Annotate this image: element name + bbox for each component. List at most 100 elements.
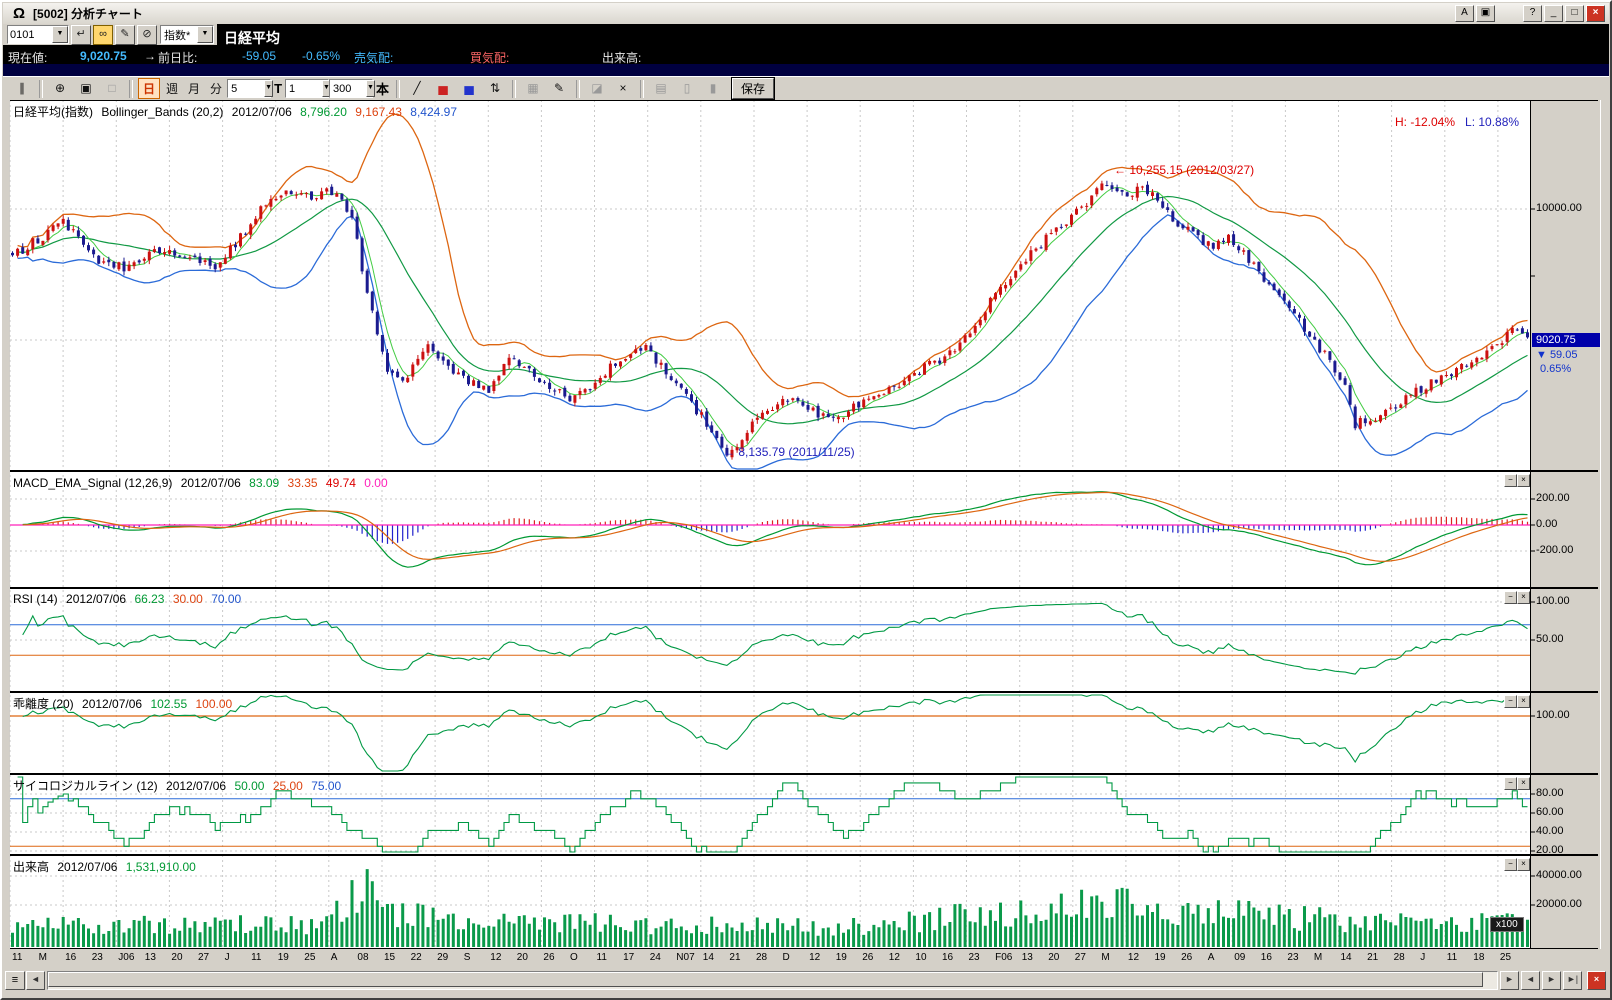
panel-close-button[interactable]: × — [1517, 591, 1530, 604]
panel-close-button[interactable]: × — [1517, 695, 1530, 708]
layout-icon[interactable]: ▤ — [649, 78, 673, 100]
panel-minimize-button[interactable]: − — [1504, 777, 1517, 790]
x-axis-label: 13 — [1022, 952, 1033, 963]
page-paste-icon[interactable]: ▮ — [701, 78, 725, 100]
help-button[interactable]: ? — [1523, 5, 1542, 22]
macd-value: 83.09 — [249, 476, 279, 490]
category-dropdown-icon[interactable]: ▼ — [197, 26, 213, 43]
x-axis-label: J06 — [118, 952, 134, 963]
right-edge-strip — [1600, 100, 1612, 949]
main-title: 日経平均(指数) — [13, 105, 93, 119]
x-axis-label: 24 — [650, 952, 661, 963]
new-chart-icon[interactable]: ▣ — [74, 78, 98, 100]
bar-count-select-dropdown-icon[interactable]: ▼ — [366, 80, 375, 97]
font-size-button[interactable]: A — [1455, 5, 1474, 22]
x-axis-label: 16 — [65, 952, 76, 963]
duplicate-chart-icon[interactable]: □ — [100, 78, 124, 100]
category-combo[interactable]: 指数* ▼ — [160, 25, 214, 44]
x-axis-label: O — [570, 952, 578, 963]
macd-panel-header: MACD_EMA_Signal (12,26,9) 2012/07/06 83.… — [13, 476, 393, 490]
panel-minimize-button[interactable]: − — [1504, 858, 1517, 871]
confirm-icon[interactable]: ↵ — [71, 25, 91, 45]
panel-close-button[interactable]: × — [1517, 777, 1530, 790]
scroll-close-button[interactable]: × — [1587, 971, 1606, 990]
x-axis-label: 11 — [1447, 952, 1457, 963]
clear-icon[interactable]: ⊘ — [137, 25, 157, 45]
minute-interval-select-dropdown-icon[interactable]: ▼ — [264, 80, 273, 97]
save-button[interactable]: 保存 — [732, 78, 774, 99]
x-axis-label: 11 — [597, 952, 607, 963]
toolbar-separator — [576, 80, 580, 98]
compare-chart-red-icon[interactable]: ▅ — [431, 78, 455, 100]
volume-date: 2012/07/06 — [57, 860, 117, 874]
x-axis-label: 20 — [517, 952, 528, 963]
bar-count-select[interactable]: 300▼ — [329, 79, 373, 98]
symbol-code-input[interactable] — [8, 27, 52, 42]
scrollbar-track[interactable] — [47, 971, 1498, 990]
nav-next-button[interactable]: ► — [1542, 971, 1561, 990]
y-axis-label: 200.00 — [1536, 492, 1570, 504]
titlebar[interactable]: Ω [5002] 分析チャート A ▣ ? _ □ × — [3, 3, 1609, 24]
period-low-annotation: ← 8,135.79 (2011/11/25) — [723, 445, 855, 459]
x-axis-label: 14 — [1341, 952, 1352, 963]
symbol-code-combo[interactable]: ▼ — [7, 25, 69, 44]
scroll-right-button[interactable]: ► — [1500, 971, 1519, 990]
nav-end-button[interactable]: ►| — [1563, 971, 1582, 990]
minimize-button[interactable]: _ — [1544, 5, 1563, 22]
y-axis-label: 60.00 — [1536, 806, 1564, 818]
x-axis-label: M — [1314, 952, 1322, 963]
high-annotation-text: 10,255.15 (2012/03/27) — [1129, 163, 1254, 177]
panel-minimize-button[interactable]: − — [1504, 591, 1517, 604]
scrollbar-thumb[interactable] — [48, 972, 1483, 987]
x-axis-label: 12 — [889, 952, 900, 963]
nav-prev-button[interactable]: ◄ — [1521, 971, 1540, 990]
y-axis-label: 40.00 — [1536, 825, 1564, 837]
macd-date: 2012/07/06 — [181, 476, 241, 490]
instrument-name: 日経平均 — [224, 28, 280, 48]
main-indicator: Bollinger_Bands (20,2) — [101, 105, 223, 119]
symbol-toolbar: ▼ ↵∞✎⊘ 指数* ▼ — [3, 24, 217, 45]
zoom-icon[interactable]: ⊕ — [48, 78, 72, 100]
period-monthly-button[interactable]: 月 — [184, 79, 204, 98]
delete-drawing-icon[interactable]: × — [611, 78, 635, 100]
scroll-grip[interactable]: ≡ — [5, 971, 25, 990]
symbol-dropdown-icon[interactable]: ▼ — [52, 26, 68, 43]
x-axis-label: 29 — [437, 952, 448, 963]
chart-plot-area[interactable] — [10, 100, 1530, 949]
page-copy-icon[interactable]: ▯ — [675, 78, 699, 100]
y-axis-label: 20000.00 — [1536, 898, 1582, 910]
panel-minimize-button[interactable]: − — [1504, 474, 1517, 487]
grid-icon[interactable]: ▦ — [521, 78, 545, 100]
panel-minimize-button[interactable]: − — [1504, 695, 1517, 708]
candlestick-chart-icon[interactable]: ∥ — [10, 78, 34, 100]
memo-icon[interactable]: ✎ — [115, 25, 135, 45]
price-change-tag: ▼ 59.05 — [1536, 349, 1577, 361]
close-button[interactable]: × — [1586, 5, 1605, 22]
period-daily-button[interactable]: 日 — [138, 78, 160, 99]
window-mode-button[interactable]: ▣ — [1476, 5, 1495, 22]
maximize-button[interactable]: □ — [1565, 5, 1584, 22]
eraser-icon[interactable]: ◪ — [585, 78, 609, 100]
search-icon[interactable]: ∞ — [93, 25, 113, 45]
x-axis-label: 21 — [729, 952, 740, 963]
period-minute-button[interactable]: 分 — [206, 79, 226, 98]
last-price-tag: 9020.75 — [1532, 333, 1600, 347]
x-axis-label: 17 — [623, 952, 634, 963]
volume-unit-badge: x100 — [1490, 917, 1524, 932]
macd-signal-value: 49.74 — [326, 476, 356, 490]
compare-chart-blue-icon[interactable]: ▅ — [457, 78, 481, 100]
kairi-date: 2012/07/06 — [82, 697, 142, 711]
sort-updown-icon[interactable]: ⇅ — [483, 78, 507, 100]
x-axis-label: D — [783, 952, 790, 963]
draw-icon[interactable]: ✎ — [547, 78, 571, 100]
trendline-icon[interactable]: ╱ — [405, 78, 429, 100]
panel-close-button[interactable]: × — [1517, 474, 1530, 487]
tick-interval-select[interactable]: 1▼ — [285, 79, 329, 98]
x-axis-label: 25 — [304, 952, 315, 963]
x-axis-label: S — [464, 952, 471, 963]
period-weekly-button[interactable]: 週 — [162, 79, 182, 98]
panel-close-button[interactable]: × — [1517, 858, 1530, 871]
x-axis-label: M — [1101, 952, 1109, 963]
scroll-left-button[interactable]: ◄ — [26, 971, 45, 990]
minute-interval-select[interactable]: 5▼ — [227, 79, 271, 98]
